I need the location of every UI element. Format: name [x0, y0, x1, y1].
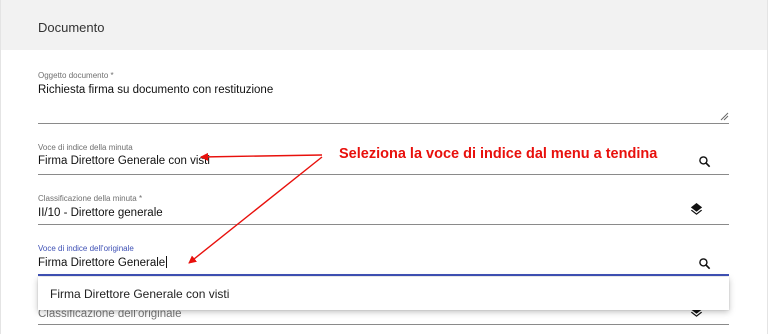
voce-indice-originale-field[interactable]: Voce di indice dell'originale Firma Dire…: [38, 243, 729, 277]
voce-indice-minuta-value[interactable]: Firma Direttore Generale con visti: [38, 155, 210, 167]
classificazione-originale-underline: [38, 324, 729, 325]
autocomplete-dropdown: Firma Direttore Generale con visti: [38, 277, 729, 310]
classificazione-minuta-value[interactable]: II/10 - Direttore generale: [38, 207, 163, 219]
dropdown-option[interactable]: Firma Direttore Generale con visti: [50, 287, 229, 301]
instruction-annotation: Seleziona la voce di indice dal menu a t…: [339, 146, 658, 162]
resize-handle-icon[interactable]: [720, 112, 729, 121]
voce-indice-minuta-underline: [38, 174, 729, 175]
layers-icon[interactable]: [689, 203, 704, 218]
voce-indice-minuta-label: Voce di indice della minuta: [38, 143, 133, 152]
card-header: Documento: [1, 0, 767, 50]
text-caret: [166, 256, 168, 268]
oggetto-documento-label: Oggetto documento *: [38, 71, 114, 80]
voce-indice-originale-input[interactable]: Firma Direttore Generale: [38, 256, 168, 269]
document-card: Documento Oggetto documento * Richiesta …: [0, 0, 768, 334]
voce-indice-originale-underline: [38, 274, 729, 276]
classificazione-minuta-label: Classificazione della minuta *: [38, 194, 143, 203]
search-icon[interactable]: [698, 257, 711, 270]
classificazione-minuta-underline: [38, 224, 729, 225]
oggetto-documento-underline: [38, 123, 729, 124]
classificazione-minuta-field[interactable]: Classificazione della minuta * II/10 - D…: [38, 193, 729, 226]
search-icon[interactable]: [698, 155, 711, 168]
card-title: Documento: [38, 20, 105, 35]
voce-indice-originale-value: Firma Direttore Generale: [38, 257, 166, 269]
voce-indice-originale-label: Voce di indice dell'originale: [38, 244, 134, 253]
oggetto-documento-value[interactable]: Richiesta firma su documento con restitu…: [38, 84, 273, 96]
oggetto-documento-field[interactable]: Oggetto documento * Richiesta firma su d…: [38, 70, 729, 125]
